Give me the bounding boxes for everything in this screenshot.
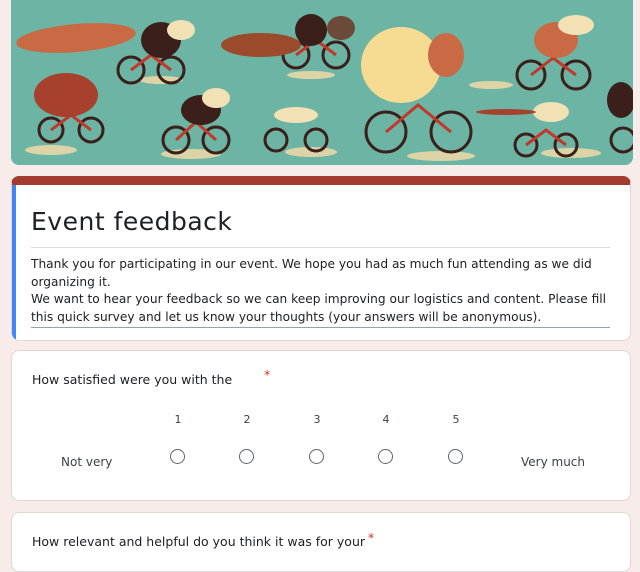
form-title: Event feedback — [31, 207, 233, 236]
question-card-relevance: How relevant and helpful do you think it… — [11, 512, 631, 572]
linear-scale: Not very 1 2 3 4 5 Very much — [12, 351, 630, 500]
scale-low-label: Not very — [61, 455, 113, 469]
active-accent-bar — [12, 185, 16, 340]
scale-number-2: 2 — [243, 413, 251, 426]
scale-number-1: 1 — [174, 413, 182, 426]
form-header-card: Event feedback Thank you for participati… — [11, 176, 631, 341]
header-banner-image — [11, 0, 633, 165]
description-underline — [31, 327, 610, 328]
radio-option-4[interactable] — [378, 449, 393, 464]
question-text: How relevant and helpful do you think it… — [32, 534, 366, 549]
scale-number-5: 5 — [452, 413, 460, 426]
title-divider — [31, 247, 610, 248]
question-card-satisfaction: How satisfied were you with the * Not ve… — [11, 350, 631, 501]
radio-option-2[interactable] — [239, 449, 254, 464]
radio-option-5[interactable] — [448, 449, 463, 464]
scale-high-label: Very much — [521, 455, 586, 469]
scale-number-4: 4 — [382, 413, 390, 426]
scale-number-3: 3 — [313, 413, 321, 426]
radio-option-3[interactable] — [309, 449, 324, 464]
radio-option-1[interactable] — [170, 449, 185, 464]
question-title: How relevant and helpful do you think it… — [32, 530, 374, 549]
form-description: Thank you for participating in our event… — [31, 257, 607, 324]
required-asterisk: * — [368, 530, 375, 545]
